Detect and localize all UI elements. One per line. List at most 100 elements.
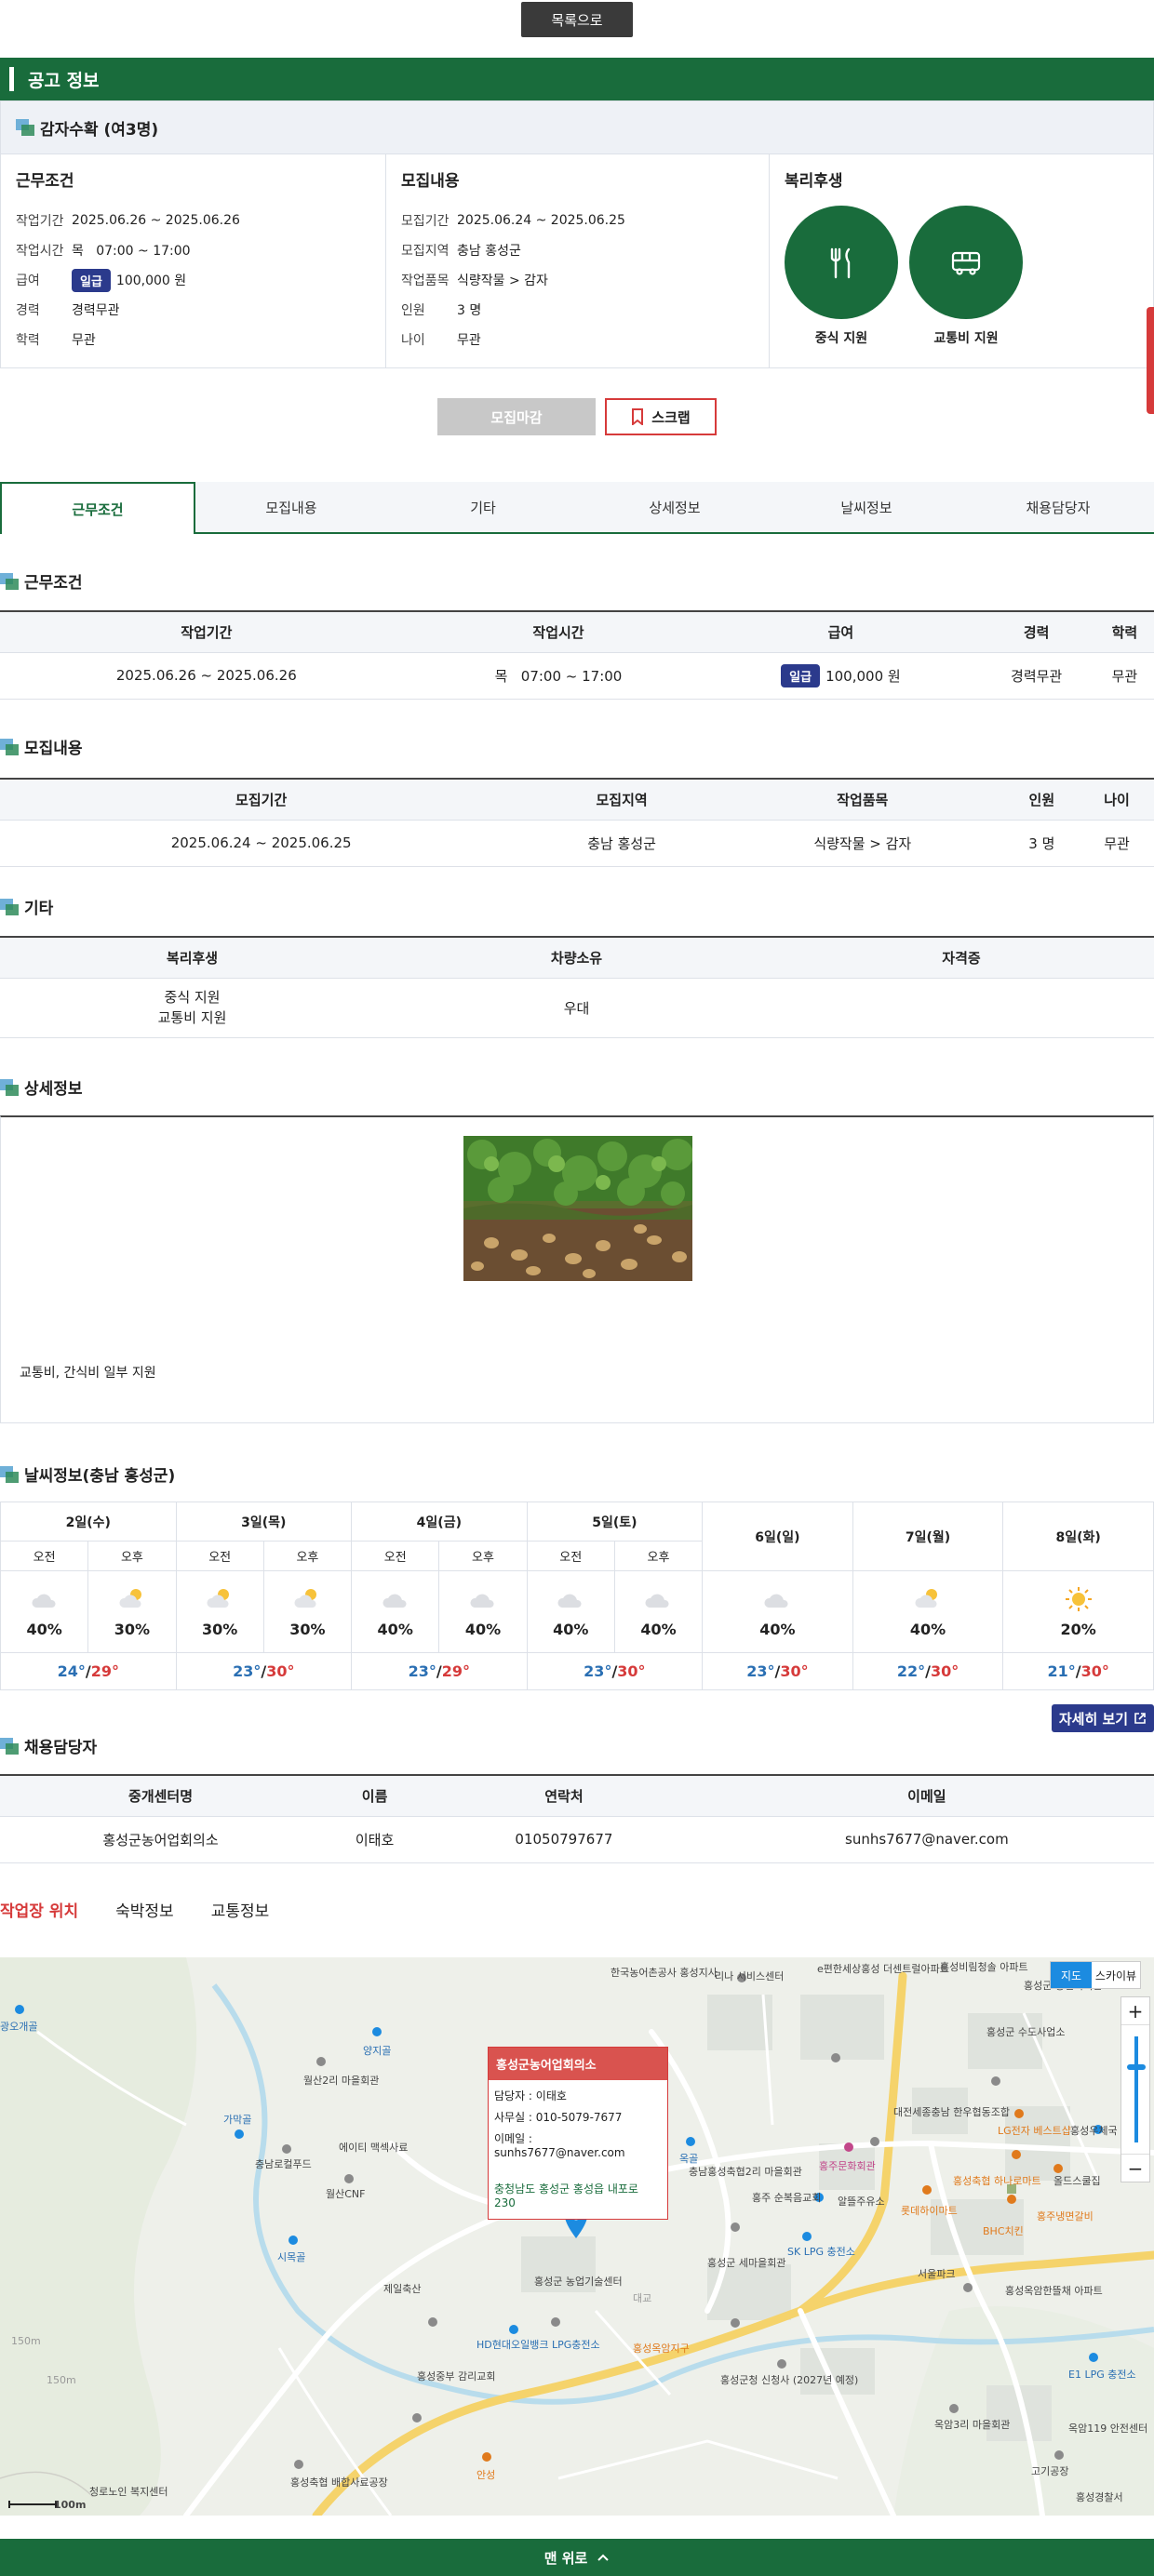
summary-recruit-heading: 모집내용 <box>401 172 460 191</box>
col-header: 복리후생 <box>0 936 384 979</box>
col-header: 연락처 <box>428 1774 700 1817</box>
tab-detail[interactable]: 상세정보 <box>579 482 771 532</box>
detail-text: 교통비, 간식비 일부 지원 <box>20 1366 156 1381</box>
map-label: 홍주냉면갈비 <box>1037 2210 1094 2222</box>
tab-recruit[interactable]: 모집내용 <box>195 482 387 532</box>
rain-chance: 40% <box>26 1621 62 1638</box>
col-header: 작업기간 <box>0 610 413 653</box>
map-info-bubble: 홍성군농어업회의소 담당자 : 이태호 사무실 : 010-5079-7677 … <box>488 2047 668 2220</box>
zoom-in-icon[interactable]: + <box>1121 1997 1149 2025</box>
scrap-button[interactable]: 스크랩 <box>605 398 717 435</box>
zoom-slider[interactable] <box>1121 2025 1149 2154</box>
cell-time: 07:00 ~ 17:00 <box>520 667 623 685</box>
map-label: 홍성비림청솔 아파트 <box>940 1961 1028 1973</box>
temp-range: 23°/29° <box>351 1652 528 1690</box>
map-label: BHC치킨 <box>983 2225 1024 2237</box>
cell: 일급 100,000 원 <box>704 652 978 700</box>
tab-work-location[interactable]: 작업장 위치 <box>0 1898 78 1921</box>
list-button[interactable]: 목록으로 <box>521 2 633 37</box>
weather-day: 2일(수) <box>0 1502 177 1542</box>
more-label: 자세히 보기 <box>1058 1710 1129 1728</box>
bubble-address: 충청남도 홍성군 홍성읍 내포로 230 <box>494 2182 638 2209</box>
weather-cell: 40% <box>702 1570 853 1653</box>
map-label: 홍성옥암한뜰채 아파트 <box>1005 2285 1103 2297</box>
temp-range: 23°/30° <box>175 1652 353 1690</box>
map-label: 리나 서비스센터 <box>715 1970 785 1982</box>
tab-weather[interactable]: 날씨정보 <box>771 482 962 532</box>
map-label: SK LPG 충전소 <box>787 2246 855 2258</box>
col-header: 급여 <box>704 610 978 653</box>
tab-contact[interactable]: 채용담당자 <box>962 482 1154 532</box>
col-header: 작업시간 <box>412 610 704 653</box>
summary-row: 모집지역 충남 홍성군 <box>401 235 754 265</box>
cloud-icon <box>352 1585 438 1617</box>
map-type-skyview[interactable]: 스카이뷰 <box>1092 1962 1140 1988</box>
am-label: 오전 <box>0 1541 89 1571</box>
weather-cell: 40% <box>0 1570 89 1653</box>
weather-cell: 40% <box>438 1570 528 1653</box>
weather-more-button[interactable]: 자세히 보기 <box>1052 1704 1154 1732</box>
tab-etc[interactable]: 기타 <box>387 482 579 532</box>
table-row: 홍성군농어업회의소 이태호 01050797677 sunhs7677@nave… <box>0 1816 1154 1863</box>
am-label: 오전 <box>175 1541 264 1571</box>
map-label: 옥암119 안전센터 <box>1068 2423 1148 2435</box>
map-label: 150m <box>47 2374 76 2386</box>
tab-traffic[interactable]: 교통정보 <box>211 1898 270 1921</box>
map-label: 홍성군 세마을회관 <box>707 2257 786 2269</box>
map-type-control: 지도 스카이뷰 <box>1050 1961 1141 1989</box>
back-to-top-button[interactable]: 맨 위로 <box>0 2539 1154 2576</box>
location-map[interactable]: 한국농어촌공사 홍성지사 리나 서비스센터 e편한세상홍성 더센트럴아파트 홍성… <box>0 1957 1154 2516</box>
pay-type-badge: 일급 <box>781 663 821 687</box>
benefit-label: 교통비 지원 <box>933 331 999 346</box>
row-key: 작업기간 <box>16 214 64 229</box>
map-label: 옥암3리 마을회관 <box>934 2419 1011 2431</box>
map-canvas <box>0 1957 1154 2516</box>
notice-header: 공고 정보 <box>0 58 1154 100</box>
table-row: 2025.06.24 ~ 2025.06.25 충남 홍성군 식량작물 > 감자… <box>0 820 1154 867</box>
table-row: 중식 지원 교통비 지원 우대 <box>0 978 1154 1038</box>
temp-high: 30° <box>1080 1662 1109 1680</box>
section-title-text: 근무조건 <box>24 574 83 593</box>
row-value: 3 명 <box>457 303 482 318</box>
tab-lodging[interactable]: 숙박정보 <box>115 1898 174 1921</box>
row-key: 작업시간 <box>16 244 64 259</box>
side-tab[interactable] <box>1147 307 1154 414</box>
tab-work[interactable]: 근무조건 <box>0 482 195 534</box>
map-label: 가막골 <box>223 2114 252 2126</box>
section-icon <box>0 1465 19 1483</box>
map-label: 광오개골 <box>0 2021 38 2033</box>
row-value: 충남 홍성군 <box>457 244 521 259</box>
zoom-out-icon[interactable]: − <box>1121 2154 1149 2182</box>
weather-cell: 20% <box>1002 1570 1154 1653</box>
cell: 01050797677 <box>428 1816 700 1863</box>
cell: 3 명 <box>1003 820 1080 867</box>
summary-row: 급여 일급 100,000 원 <box>16 265 370 295</box>
temp-low: 23° <box>408 1662 436 1680</box>
temp-low: 23° <box>233 1662 262 1680</box>
recruit-closed-button[interactable]: 모집마감 <box>437 398 596 435</box>
section-icon <box>0 572 19 590</box>
weather-day: 8일(화) <box>1002 1502 1154 1571</box>
map-label: 한국농어촌공사 홍성지사 <box>611 1967 718 1979</box>
temp-range: 22°/30° <box>852 1652 1004 1690</box>
col-header: 중개센터명 <box>0 1774 322 1817</box>
top-label: 맨 위로 <box>543 2549 588 2567</box>
benefit-meal: 중식 지원 <box>785 206 898 347</box>
sun-cloud-icon <box>853 1585 1003 1617</box>
bubble-line: 사무실 : 010-5079-7677 <box>494 2111 623 2124</box>
bubble-line: 이메일 : sunhs7677@naver.com <box>494 2132 625 2159</box>
weather-day: 3일(목) <box>175 1502 353 1542</box>
temp-range: 23°/30° <box>526 1652 704 1690</box>
weather-table: 2일(수) 3일(목) 4일(금) 5일(토) 6일(일) 7일(월) 8일(화… <box>0 1502 1154 1690</box>
cell: 홍성군농어업회의소 <box>0 1816 322 1863</box>
temp-high: 30° <box>617 1662 646 1680</box>
map-type-map[interactable]: 지도 <box>1051 1962 1092 1988</box>
pay-type-badge: 일급 <box>72 268 111 292</box>
location-tabs: 작업장 위치 숙박정보 교통정보 <box>0 1898 269 1921</box>
summary-recruit: 모집내용 모집기간 2025.06.24 ~ 2025.06.25 모집지역 충남 … <box>386 154 770 367</box>
rain-chance: 30% <box>202 1621 238 1638</box>
summary-row: 학력 무관 <box>16 325 370 354</box>
cell: 무관 <box>1094 652 1154 700</box>
map-label: 서울파크 <box>918 2268 956 2280</box>
summary-row: 작업품목 식량작물 > 감자 <box>401 265 754 295</box>
